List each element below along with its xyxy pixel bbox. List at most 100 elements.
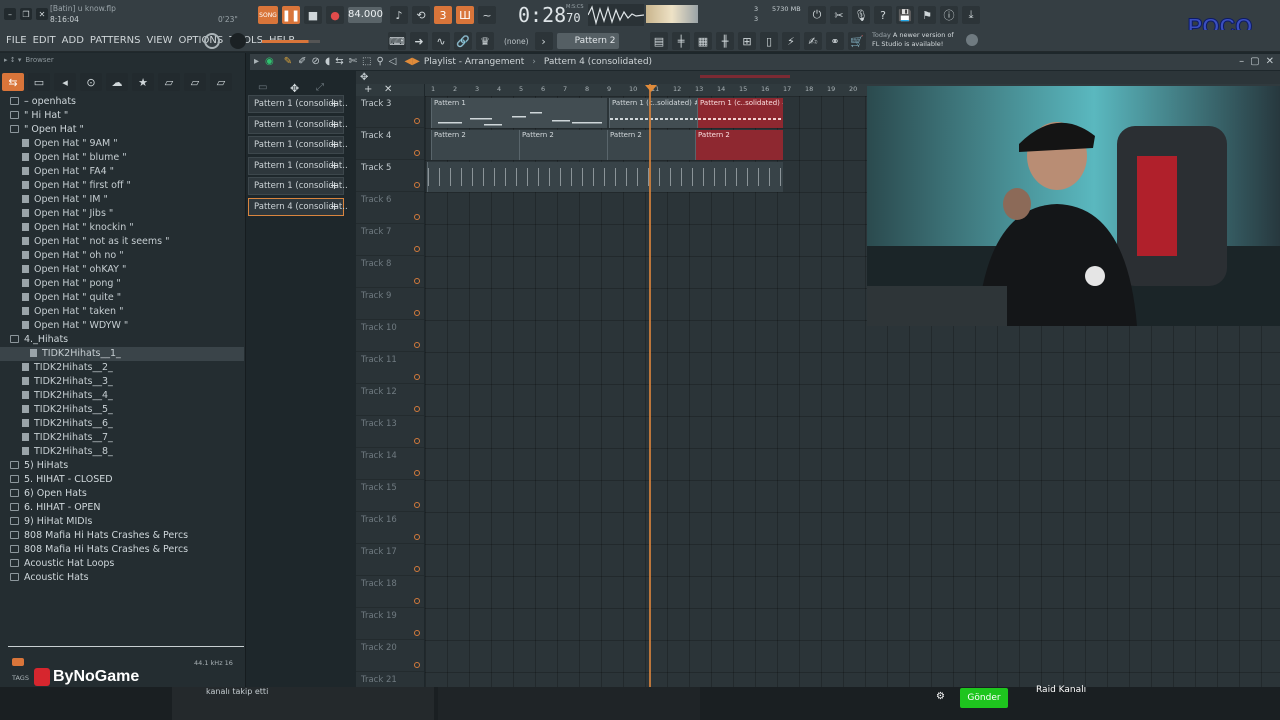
browser-file[interactable]: TIDK2Hihats__3_ bbox=[0, 375, 244, 389]
draw-tool-icon[interactable]: ✎ bbox=[284, 56, 292, 67]
link-icon[interactable]: 🔗 bbox=[454, 32, 472, 50]
playlist-overview[interactable]: ✥ bbox=[356, 71, 1280, 84]
delete-tool-icon[interactable]: ⊘ bbox=[312, 56, 320, 67]
remove-track-icon[interactable]: ✕ bbox=[384, 84, 392, 95]
track-header[interactable]: Track 8 bbox=[356, 256, 424, 288]
reset-icon[interactable]: ⏻ bbox=[808, 6, 826, 24]
browser-tab-folder[interactable]: ▱ bbox=[158, 73, 180, 91]
wait-icon[interactable]: ⟲ bbox=[412, 6, 430, 24]
stop-icon[interactable]: ■ bbox=[304, 6, 322, 24]
track-header[interactable]: Track 16 bbox=[356, 512, 424, 544]
song-mode-button[interactable]: SONG bbox=[258, 6, 278, 24]
track-header[interactable]: Track 17 bbox=[356, 544, 424, 576]
menu-file[interactable]: FILE bbox=[6, 35, 27, 46]
browser-folder[interactable]: – openhats bbox=[0, 95, 244, 109]
add-pattern-icon[interactable]: + bbox=[330, 96, 339, 112]
browser-file[interactable]: Open Hat " Jibs " bbox=[0, 207, 244, 221]
browser-options-icon[interactable]: ▸ ↕ ▾ bbox=[4, 56, 21, 64]
pattern-list-tools-icon[interactable]: ⤢ bbox=[316, 82, 324, 93]
add-pattern-icon[interactable]: + bbox=[330, 178, 339, 194]
clip-pattern-1[interactable]: Pattern 1 bbox=[431, 98, 607, 128]
browser-tab-all[interactable]: ⇆ bbox=[2, 73, 24, 91]
track-header[interactable]: Track 6 bbox=[356, 192, 424, 224]
plugin-icon[interactable]: ⚑ bbox=[918, 6, 936, 24]
browser-folder[interactable]: Acoustic Hat Loops bbox=[0, 557, 244, 571]
browser-file[interactable]: Open Hat " FA4 " bbox=[0, 165, 244, 179]
browser-tab-cloud[interactable]: ☁ bbox=[106, 73, 128, 91]
news-panel[interactable]: Today A newer version of FL Studio is av… bbox=[872, 31, 962, 49]
countdown-icon[interactable]: 3 bbox=[434, 6, 452, 24]
browser-folder[interactable]: 6. HIHAT - OPEN bbox=[0, 501, 244, 515]
browser-file[interactable]: Open Hat " ohKAY " bbox=[0, 263, 244, 277]
track-header[interactable]: Track 20 bbox=[356, 640, 424, 672]
save-icon[interactable]: 💾 bbox=[896, 6, 914, 24]
clip-pattern-2-d[interactable]: Pattern 2 bbox=[695, 130, 783, 160]
add-track-icon[interactable]: + bbox=[364, 84, 372, 95]
browser-file[interactable]: TIDK2Hihats__6_ bbox=[0, 417, 244, 431]
track-header[interactable]: Track 12 bbox=[356, 384, 424, 416]
step-edit-icon[interactable]: Ш bbox=[456, 6, 474, 24]
zoom-tool-icon[interactable]: ⚲ bbox=[376, 56, 383, 67]
track-mute-icon[interactable] bbox=[414, 630, 420, 636]
select-tool-icon[interactable]: ⬚ bbox=[362, 56, 371, 67]
track-mute-icon[interactable] bbox=[414, 150, 420, 156]
download-icon[interactable]: ⤓ bbox=[962, 6, 980, 24]
clip-audio-track-5[interactable] bbox=[427, 162, 783, 192]
track-mute-icon[interactable] bbox=[414, 534, 420, 540]
minimize-icon[interactable]: – bbox=[1239, 56, 1244, 67]
close-icon[interactable]: ✕ bbox=[36, 8, 48, 20]
track-header[interactable]: Track 19 bbox=[356, 608, 424, 640]
wave-icon[interactable]: ∿ bbox=[432, 32, 450, 50]
mute-tool-icon[interactable]: ◖ bbox=[325, 56, 330, 67]
track-header[interactable]: Track 14 bbox=[356, 448, 424, 480]
keyboard-icon[interactable]: ⌨ bbox=[388, 32, 406, 50]
piano-roll-icon[interactable]: ╪ bbox=[672, 32, 690, 50]
browser-file[interactable]: Open Hat " oh no " bbox=[0, 249, 244, 263]
track-mute-icon[interactable] bbox=[414, 342, 420, 348]
browser-tab-folder3[interactable]: ▱ bbox=[210, 73, 232, 91]
browser-tab-project[interactable]: ▭ bbox=[28, 73, 50, 91]
browser-icon[interactable]: ▯ bbox=[760, 32, 778, 50]
track-header[interactable]: Track 4 bbox=[356, 128, 424, 160]
browser-folder[interactable]: 6) Open Hats bbox=[0, 487, 244, 501]
browser-file[interactable]: TIDK2Hihats__8_ bbox=[0, 445, 244, 459]
track-header[interactable]: Track 9 bbox=[356, 288, 424, 320]
tempo-display[interactable]: 84.000 bbox=[348, 7, 383, 23]
pause-icon[interactable]: ❚❚ bbox=[282, 6, 300, 24]
master-volume-knob[interactable] bbox=[230, 33, 246, 49]
track-mute-icon[interactable] bbox=[414, 662, 420, 668]
clip-pattern-2-c[interactable]: Pattern 2 bbox=[607, 130, 695, 160]
menu-view[interactable]: VIEW bbox=[147, 35, 173, 46]
pattern-item[interactable]: Pattern 1 (consolidat.. + bbox=[248, 136, 348, 155]
pattern-selector[interactable]: Pattern 2 bbox=[556, 33, 619, 49]
play-tool-icon[interactable]: ◁ bbox=[389, 56, 397, 67]
mixer-icon[interactable]: ╫ bbox=[716, 32, 734, 50]
master-volume-slider[interactable] bbox=[262, 40, 320, 43]
playlist-menu-icon[interactable]: ▸ bbox=[254, 56, 259, 67]
browser-folder[interactable]: 808 Mafia Hi Hats Crashes & Percs bbox=[0, 543, 244, 557]
add-pattern-icon[interactable]: + bbox=[330, 117, 339, 133]
scroll-arrows-icon[interactable]: ✥ bbox=[360, 72, 368, 83]
menu-edit[interactable]: EDIT bbox=[33, 35, 56, 46]
browser-folder[interactable]: 4._Hihats bbox=[0, 333, 244, 347]
mixer-link-icon[interactable]: ✂ bbox=[830, 6, 848, 24]
browser-tab-favorites[interactable]: ★ bbox=[132, 73, 154, 91]
plugin-picker-icon[interactable]: ⚡ bbox=[782, 32, 800, 50]
magnet-icon[interactable]: ◉ bbox=[265, 56, 274, 67]
track-header[interactable]: Track 7 bbox=[356, 224, 424, 256]
info-icon[interactable]: ⓘ bbox=[940, 6, 958, 24]
pattern-item[interactable]: Pattern 4 (consolidat.. + bbox=[248, 197, 348, 216]
help-icon[interactable]: ? bbox=[874, 6, 892, 24]
browser-file[interactable]: Open Hat " not as it seems " bbox=[0, 235, 244, 249]
browser-file[interactable]: Open Hat " blume " bbox=[0, 151, 244, 165]
browser-file[interactable]: Open Hat " pong " bbox=[0, 277, 244, 291]
browser-folder[interactable]: " Hi Hat " bbox=[0, 109, 244, 123]
browser-tab-plugins[interactable]: ⊙ bbox=[80, 73, 102, 91]
browser-folder[interactable]: Acoustic Hats bbox=[0, 571, 244, 585]
snap-selector[interactable]: (none) bbox=[504, 37, 529, 46]
browser-file[interactable]: Open Hat " WDYW " bbox=[0, 319, 244, 333]
track-mute-icon[interactable] bbox=[414, 598, 420, 604]
menu-add[interactable]: ADD bbox=[62, 35, 84, 46]
clip-pattern-1-consolidated-red[interactable]: Pattern 1 (c..solidated) #4 bbox=[697, 98, 783, 128]
track-mute-icon[interactable] bbox=[414, 118, 420, 124]
